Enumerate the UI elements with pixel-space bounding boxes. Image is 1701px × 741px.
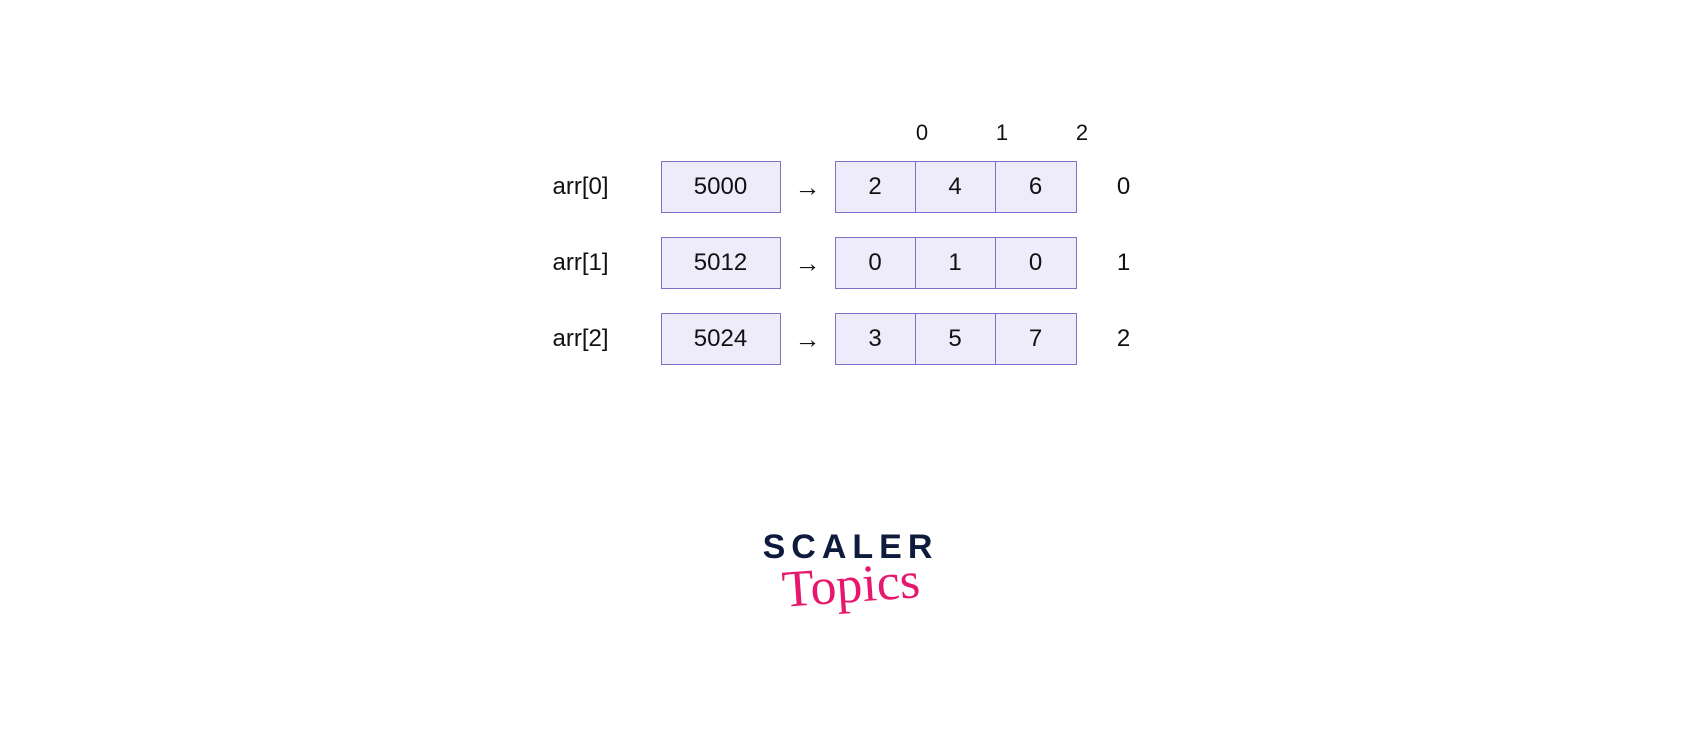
array-pointer-diagram: 0 1 2 arr[0] 5000 → 2 4 6 0 arr[1] 5012 … — [0, 120, 1701, 386]
col-header-0: 0 — [882, 120, 962, 146]
data-cell-2-0: 3 — [836, 314, 916, 364]
data-cell-0-0: 2 — [836, 162, 916, 212]
row-label-1: arr[1] — [553, 249, 643, 277]
logo-text-bottom: Topics — [780, 555, 921, 616]
data-row-1: 0 1 0 — [835, 237, 1077, 289]
array-row-0: arr[0] 5000 → 2 4 6 0 — [553, 158, 1149, 216]
data-row-2: 3 5 7 — [835, 313, 1077, 365]
row-label-2: arr[2] — [553, 325, 643, 353]
pointer-cell-2: 5024 — [661, 313, 781, 365]
data-cell-1-1: 1 — [916, 238, 996, 288]
row-label-0: arr[0] — [553, 173, 643, 201]
pointer-cell-1: 5012 — [661, 237, 781, 289]
data-cell-0-1: 4 — [916, 162, 996, 212]
row-index-2: 2 — [1099, 325, 1149, 353]
data-cell-0-2: 6 — [996, 162, 1076, 212]
column-headers-row: 0 1 2 — [882, 120, 1122, 146]
col-header-2: 2 — [1042, 120, 1122, 146]
array-row-1: arr[1] 5012 → 0 1 0 1 — [553, 234, 1149, 292]
row-index-1: 1 — [1099, 249, 1149, 277]
data-cell-1-2: 0 — [996, 238, 1076, 288]
brand-logo: SCALER Topics — [0, 530, 1701, 610]
array-row-2: arr[2] 5024 → 3 5 7 2 — [553, 310, 1149, 368]
data-row-0: 2 4 6 — [835, 161, 1077, 213]
arrow-icon: → — [781, 324, 835, 355]
row-index-0: 0 — [1099, 173, 1149, 201]
data-cell-2-2: 7 — [996, 314, 1076, 364]
data-cell-1-0: 0 — [836, 238, 916, 288]
col-header-1: 1 — [962, 120, 1042, 146]
data-cell-2-1: 5 — [916, 314, 996, 364]
pointer-cell-0: 5000 — [661, 161, 781, 213]
arrow-icon: → — [781, 248, 835, 279]
arrow-icon: → — [781, 172, 835, 203]
